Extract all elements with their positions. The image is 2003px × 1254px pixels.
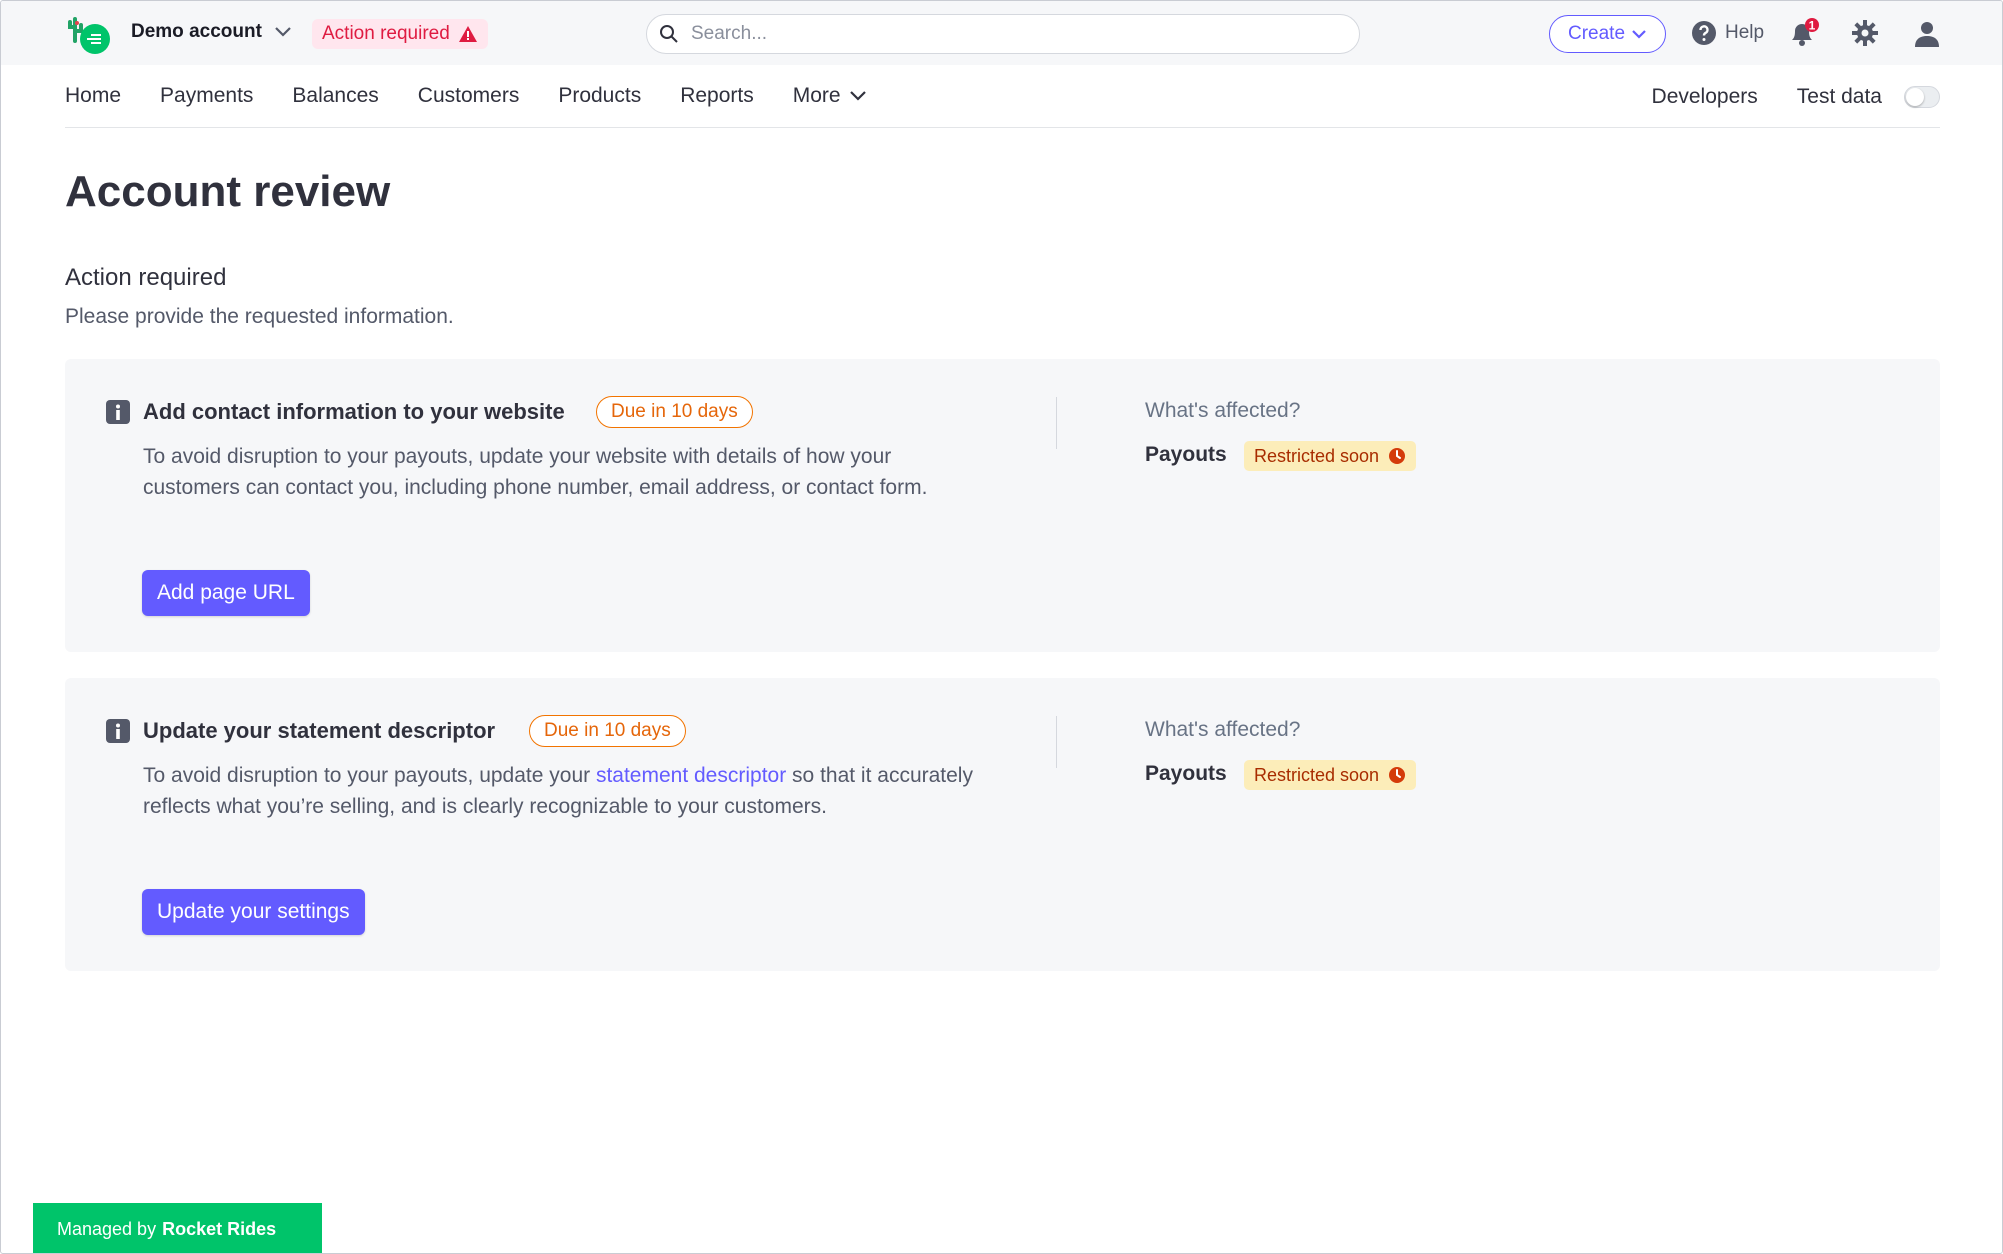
nav-balances[interactable]: Balances: [292, 84, 378, 108]
card-description: To avoid disruption to your payouts, upd…: [143, 760, 973, 822]
task-card-contact-info: Add contact information to your website …: [65, 359, 1940, 652]
test-data-label: Test data: [1796, 84, 1882, 108]
card-title: Add contact information to your website: [143, 399, 565, 424]
help-label: Help: [1725, 22, 1765, 43]
account-logo-icon[interactable]: [65, 15, 119, 55]
managed-by-badge: Managed by Rocket Rides: [33, 1203, 322, 1253]
nav-customers[interactable]: Customers: [418, 84, 520, 108]
managed-prefix: Managed by: [57, 1218, 157, 1239]
info-icon: [106, 719, 130, 743]
vertical-divider: [1056, 716, 1057, 768]
due-badge: Due in 10 days: [529, 715, 686, 747]
user-icon[interactable]: [1913, 20, 1941, 48]
platform-name: Rocket Rides: [162, 1218, 277, 1239]
nav-reports[interactable]: Reports: [680, 84, 754, 108]
nav-products[interactable]: Products: [558, 84, 641, 108]
account-name: Demo account: [131, 21, 262, 42]
nav-more[interactable]: More: [793, 84, 867, 108]
card-title: Update your statement descriptor: [143, 718, 496, 743]
create-label: Create: [1567, 23, 1626, 44]
bell-icon: 1: [1792, 18, 1819, 46]
nav-payments[interactable]: Payments: [160, 84, 253, 108]
page-title: Account review: [65, 167, 391, 216]
restricted-badge: Restricted soon: [1244, 760, 1417, 790]
nav-more-label: More: [792, 84, 841, 107]
clock-icon: [1389, 448, 1406, 464]
restricted-label: Restricted soon: [1254, 764, 1380, 785]
task-card-statement-descriptor: Update your statement descriptor Due in …: [65, 678, 1940, 971]
card-description: To avoid disruption to your payouts, upd…: [143, 445, 928, 499]
nav-developers[interactable]: Developers: [1652, 85, 1758, 109]
notification-count: 1: [1809, 19, 1816, 33]
warning-icon: [458, 26, 477, 42]
restricted-badge: Restricted soon: [1244, 441, 1417, 471]
help-button[interactable]: Help: [1691, 20, 1764, 46]
update-settings-button[interactable]: Update your settings: [142, 889, 365, 935]
due-badge: Due in 10 days: [596, 396, 753, 428]
affected-item: Payouts: [1145, 443, 1227, 466]
chevron-down-icon: [275, 27, 291, 37]
info-icon: [106, 400, 130, 424]
chevron-down-icon: [849, 91, 866, 101]
nav-home[interactable]: Home: [65, 84, 121, 108]
search-bar[interactable]: [646, 14, 1360, 54]
test-data-toggle[interactable]: Test data: [1797, 85, 1940, 109]
section-subtitle: Please provide the requested information…: [65, 305, 454, 328]
top-bar: Demo account Action required Create: [1, 1, 2002, 65]
clock-icon: [1389, 767, 1406, 783]
dashboard-window: Demo account Action required Create: [0, 0, 2003, 1254]
toggle-switch[interactable]: [1904, 85, 1940, 108]
help-icon: [1692, 21, 1716, 45]
affected-item: Payouts: [1145, 762, 1227, 785]
action-required-badge[interactable]: Action required: [312, 19, 488, 49]
nav-right: Developers Test data: [1613, 65, 1940, 128]
notifications-button[interactable]: 1: [1788, 18, 1822, 50]
affected-label: What's affected?: [1145, 718, 1301, 741]
vertical-divider: [1056, 397, 1057, 449]
statement-descriptor-link[interactable]: statement descriptor: [596, 764, 786, 787]
create-button[interactable]: Create: [1549, 15, 1666, 53]
main-nav: Home Payments Balances Customers Product…: [65, 65, 1940, 128]
section-title: Action required: [65, 264, 227, 291]
restricted-label: Restricted soon: [1254, 445, 1380, 466]
gear-icon[interactable]: [1852, 20, 1878, 46]
account-switcher[interactable]: Demo account: [131, 21, 292, 43]
search-icon: [660, 25, 678, 43]
search-input[interactable]: [691, 23, 1331, 45]
affected-label: What's affected?: [1145, 399, 1301, 422]
action-required-label: Action required: [322, 23, 450, 44]
add-page-url-button[interactable]: Add page URL: [142, 570, 310, 616]
chevron-down-icon: [1632, 30, 1646, 39]
card-description-text: To avoid disruption to your payouts, upd…: [143, 764, 596, 787]
